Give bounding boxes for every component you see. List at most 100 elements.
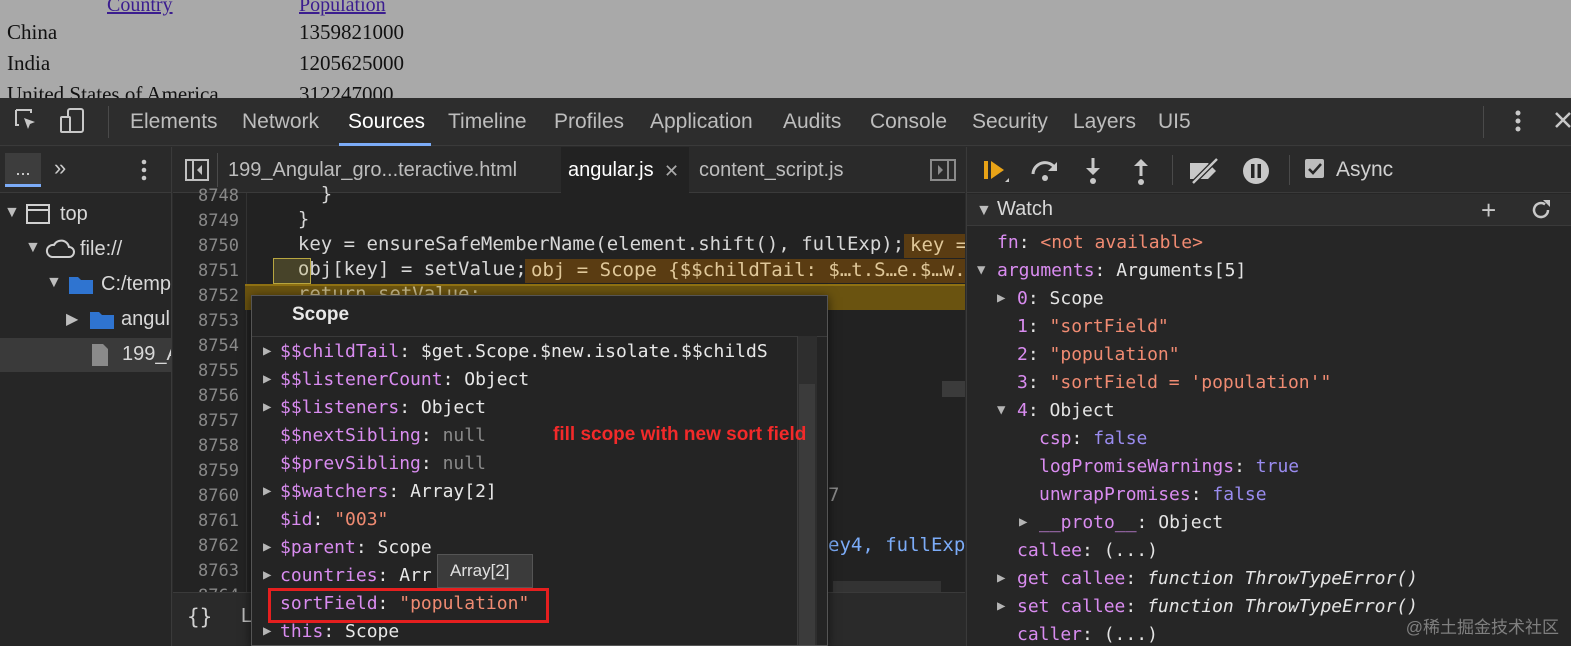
editor-tab-angular[interactable]: angular.js <box>568 159 654 182</box>
watch-row[interactable]: ▶ __proto__: Object <box>967 509 1571 537</box>
deactivate-breakpoints-icon[interactable] <box>1187 156 1223 192</box>
expand-triangle-icon[interactable]: ▶ <box>263 399 271 415</box>
more-tabs-button[interactable]: » <box>54 155 66 181</box>
line-number[interactable]: 8760 <box>173 486 239 506</box>
line-number[interactable]: 8750 <box>173 236 239 256</box>
line-number[interactable]: 8758 <box>173 436 239 456</box>
popover-row[interactable]: ▶ $$watchers: Array[2] <box>252 478 812 506</box>
watch-row[interactable]: 1: "sortField" <box>967 313 1571 341</box>
async-checkbox[interactable] <box>1305 159 1324 178</box>
tree-item-top[interactable]: ▼ top <box>0 198 171 232</box>
refresh-icon[interactable] <box>1529 198 1553 228</box>
expand-triangle-icon[interactable]: ▶ <box>263 371 271 387</box>
popover-row[interactable]: $$prevSibling: null <box>252 450 812 478</box>
tab-ui5[interactable]: UI5 <box>1158 110 1191 134</box>
popover-row[interactable]: ▶ $$childTail: $get.Scope.$new.isolate.$$… <box>252 338 812 366</box>
watch-row[interactable]: ▼ 4: Object <box>967 397 1571 425</box>
line-number[interactable]: 8753 <box>173 311 239 331</box>
tab-profiles[interactable]: Profiles <box>554 110 624 134</box>
line-number[interactable]: 8763 <box>173 561 239 581</box>
expand-triangle-icon[interactable]: ▶ <box>263 483 271 499</box>
line-number[interactable]: 8762 <box>173 536 239 556</box>
watch-row[interactable]: fn: <not available> <box>967 229 1571 257</box>
property-entry: $$listeners: Object <box>280 397 486 418</box>
line-number[interactable]: 8761 <box>173 511 239 531</box>
line-number[interactable]: 8751 <box>173 261 239 281</box>
expand-triangle-icon[interactable]: ▶ <box>997 598 1005 614</box>
code-fragment: ey4, fullExp <box>828 534 965 556</box>
tab-audits[interactable]: Audits <box>783 110 841 134</box>
close-tab-icon[interactable]: ✕ <box>664 161 679 182</box>
tree-item-folder[interactable]: ▼ C:/temp <box>0 268 171 302</box>
column-header-country[interactable]: Country <box>107 0 173 17</box>
line-number[interactable]: 8748 <box>173 186 239 206</box>
pause-on-exceptions-icon[interactable] <box>1241 156 1271 192</box>
tab-network[interactable]: Network <box>242 110 319 134</box>
tab-sources[interactable]: Sources <box>348 110 425 134</box>
watch-row[interactable]: callee: (...) <box>967 537 1571 565</box>
line-number[interactable]: 8755 <box>173 361 239 381</box>
editor-tab-content-script[interactable]: content_script.js <box>699 159 844 182</box>
line-number[interactable]: 8756 <box>173 386 239 406</box>
watch-row[interactable]: ▶ get callee: function ThrowTypeError() <box>967 565 1571 593</box>
tab-elements[interactable]: Elements <box>130 110 218 134</box>
expand-triangle-icon[interactable]: ▶ <box>997 290 1005 306</box>
watch-entry: 1: "sortField" <box>1017 316 1169 337</box>
tree-item-folder[interactable]: ▶ angul <box>0 303 171 337</box>
line-number[interactable]: 8757 <box>173 411 239 431</box>
column-header-population[interactable]: Population <box>299 0 386 17</box>
toggle-debugger-icon[interactable] <box>930 159 956 187</box>
expand-triangle-icon[interactable]: ▶ <box>263 623 271 639</box>
add-watch-icon[interactable]: + <box>1481 195 1496 226</box>
watch-entry: __proto__: Object <box>1039 512 1223 533</box>
pretty-print-button[interactable]: {} <box>187 605 212 629</box>
close-icon[interactable] <box>1550 106 1571 136</box>
watch-row[interactable]: ▼ arguments: Arguments[5] <box>967 257 1571 285</box>
line-number[interactable]: 8752 <box>173 286 239 306</box>
cell-population: 1205625000 <box>299 51 404 75</box>
popover-row[interactable]: $id: "003" <box>252 506 812 534</box>
tab-application[interactable]: Application <box>650 110 753 134</box>
line-number[interactable]: 8759 <box>173 461 239 481</box>
tree-item-label: angul <box>121 308 170 330</box>
popover-row[interactable]: ▶ $$listenerCount: Object <box>252 366 812 394</box>
step-into-icon[interactable] <box>1081 156 1105 192</box>
inspect-element-icon[interactable] <box>12 106 42 136</box>
tab-security[interactable]: Security <box>972 110 1048 134</box>
watch-row[interactable]: unwrapPromises: false <box>967 481 1571 509</box>
watch-section-header[interactable]: ▼ Watch + <box>967 194 1571 226</box>
line-number[interactable]: 8749 <box>173 211 239 231</box>
expand-triangle-icon[interactable]: ▶ <box>263 343 271 359</box>
tree-item-file[interactable]: 199_A <box>0 338 171 372</box>
tab-timeline[interactable]: Timeline <box>448 110 527 134</box>
watch-row[interactable]: csp: false <box>967 425 1571 453</box>
expand-triangle-icon[interactable]: ▶ <box>997 570 1005 586</box>
line-number[interactable]: 8754 <box>173 336 239 356</box>
popover-row[interactable]: ▶ $$listeners: Object <box>252 394 812 422</box>
token-highlight <box>273 258 311 284</box>
expand-triangle-icon[interactable]: ▶ <box>1019 514 1027 530</box>
expand-triangle-icon[interactable]: ▶ <box>263 567 271 583</box>
navigator-menu-icon[interactable] <box>132 155 156 191</box>
editor-tab-html[interactable]: 199_Angular_gro...teractive.html <box>228 159 517 182</box>
watch-row[interactable]: ▶ 0: Scope <box>967 285 1571 313</box>
expand-triangle-icon[interactable]: ▼ <box>997 402 1005 418</box>
resume-icon[interactable] <box>981 156 1011 192</box>
watch-row[interactable]: 2: "population" <box>967 341 1571 369</box>
device-toolbar-icon[interactable] <box>58 106 88 136</box>
watch-entry: arguments: Arguments[5] <box>997 260 1246 281</box>
toggle-navigator-icon[interactable] <box>185 159 209 187</box>
watch-row[interactable]: 3: "sortField = 'population'" <box>967 369 1571 397</box>
watch-row[interactable]: logPromiseWarnings: true <box>967 453 1571 481</box>
more-options-icon[interactable] <box>1503 106 1533 136</box>
horizontal-scroll-thumb[interactable] <box>942 381 965 397</box>
expand-triangle-icon[interactable]: ▶ <box>263 539 271 555</box>
expand-triangle-icon[interactable]: ▼ <box>977 262 985 278</box>
step-over-icon[interactable] <box>1029 156 1061 192</box>
tab-layers[interactable]: Layers <box>1073 110 1136 134</box>
tab-console[interactable]: Console <box>870 110 947 134</box>
navigator-tab-overflow[interactable]: ... <box>5 153 41 187</box>
step-out-icon[interactable] <box>1129 156 1153 192</box>
tree-item-file[interactable]: ▼ file:// <box>0 233 171 267</box>
code-line: } <box>275 183 333 205</box>
